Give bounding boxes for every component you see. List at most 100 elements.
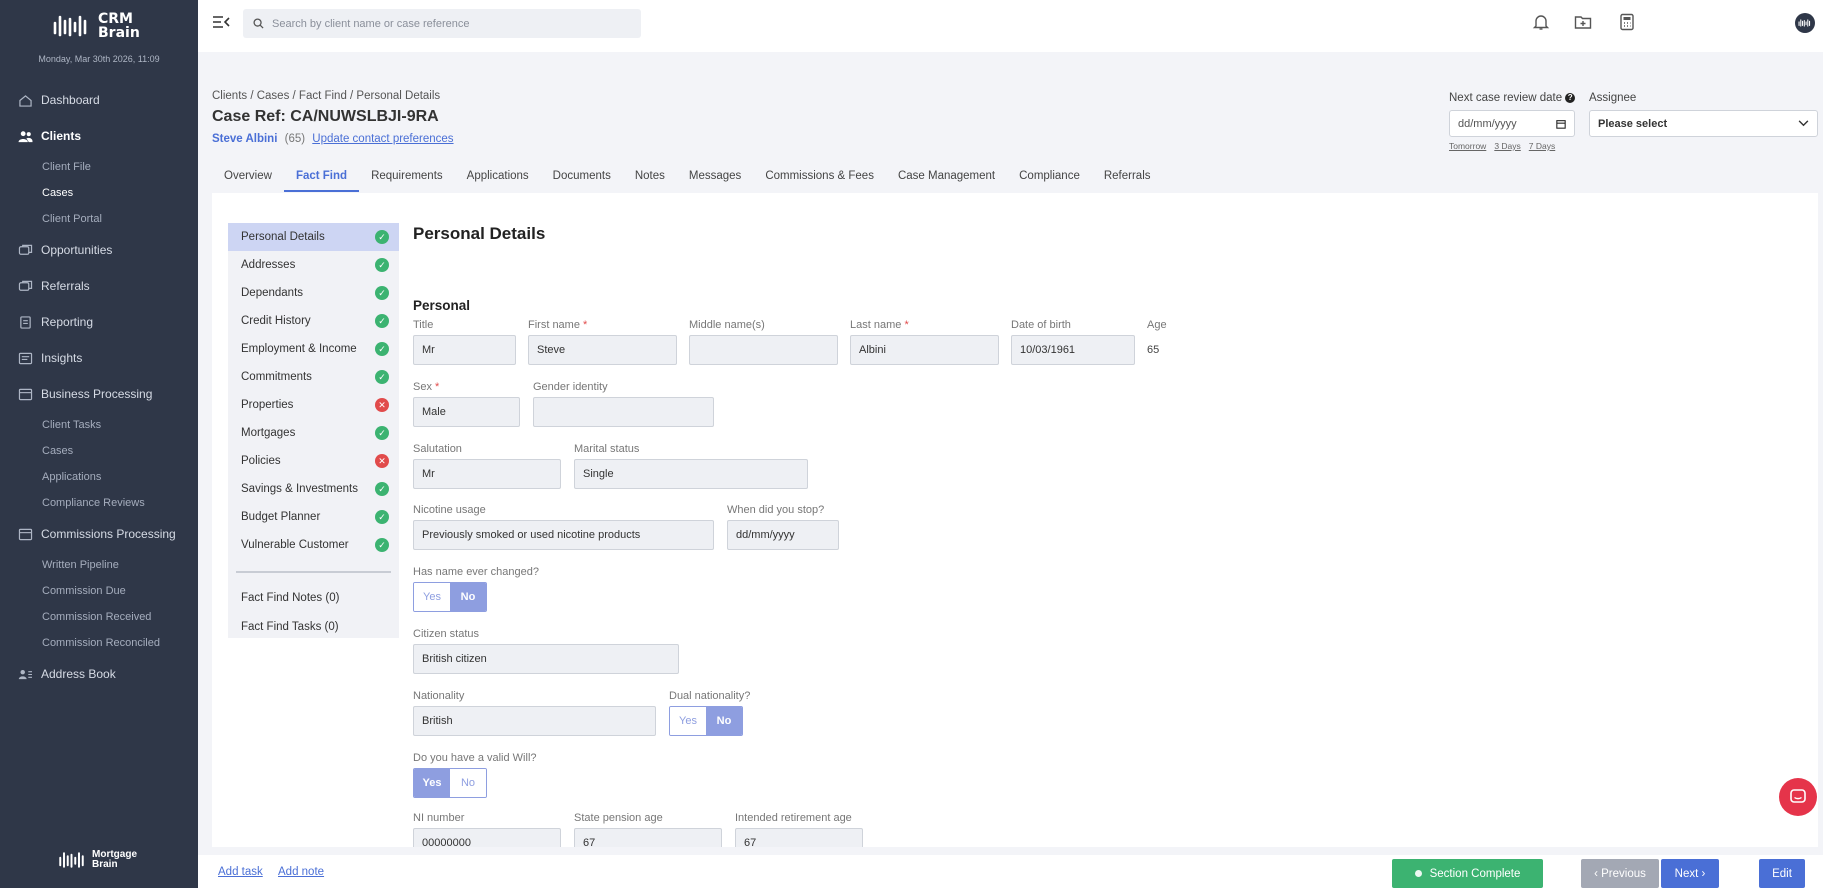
tab-fact-find[interactable]: Fact Find [283,168,360,192]
sidebar-item-opportunities[interactable]: Opportunities [0,232,198,268]
ff-item-dependants[interactable]: Dependants ✓ [228,279,399,307]
tab-messages[interactable]: Messages [677,168,753,192]
salutation-input[interactable]: Mr [413,459,561,489]
sidebar-sub-commission-due[interactable]: Commission Due [0,578,198,604]
sidebar-sub-client-file[interactable]: Client File [0,154,198,180]
ff-item-mortgages[interactable]: Mortgages ✓ [228,419,399,447]
help-icon[interactable]: ? [1565,92,1576,103]
tab-commissions-fees[interactable]: Commissions & Fees [753,168,886,192]
dual-nationality-no[interactable]: No [706,707,742,735]
sidebar-sub-applications[interactable]: Applications [0,464,198,490]
ff-item-properties[interactable]: Properties ✕ [228,391,399,419]
retirement-age-field: Intended retirement age 67 [735,812,863,847]
nationality-input[interactable]: British [413,706,656,736]
ni-number-input[interactable]: 00000000 [413,828,561,847]
update-contact-preferences-link[interactable]: Update contact preferences [312,133,453,145]
dob-input[interactable]: 10/03/1961 [1011,335,1135,365]
tab-notes[interactable]: Notes [623,168,677,192]
sidebar-item-business-processing[interactable]: Business Processing [0,376,198,412]
first-name-input[interactable]: Steve [528,335,677,365]
mortgage-brain-logo: Mortgage Brain [58,850,137,870]
edit-button[interactable]: Edit [1759,859,1805,888]
nicotine-usage-field: Nicotine usage Previously smoked or used… [413,504,714,550]
quick-date-7-days[interactable]: 7 Days [1529,141,1555,151]
add-note-link[interactable]: Add note [278,866,324,878]
fact-find-tasks-link[interactable]: Fact Find Tasks (0) [228,612,399,641]
tab-applications[interactable]: Applications [455,168,541,192]
middle-name-input[interactable] [689,335,838,365]
last-name-input[interactable]: Albini [850,335,999,365]
quick-date-3-days[interactable]: 3 Days [1494,141,1520,151]
tab-compliance[interactable]: Compliance [1007,168,1092,192]
valid-will-no[interactable]: No [450,769,486,797]
crm-brain-logo[interactable]: CRM Brain [52,10,152,42]
ff-item-commitments[interactable]: Commitments ✓ [228,363,399,391]
check-icon: ✓ [375,370,389,384]
ff-item-addresses[interactable]: Addresses ✓ [228,251,399,279]
sidebar-item-dashboard[interactable]: Dashboard [0,82,198,118]
tab-overview[interactable]: Overview [212,168,284,192]
sidebar-sub-cases-bp[interactable]: Cases [0,438,198,464]
ff-item-vulnerable-customer[interactable]: Vulnerable Customer ✓ [228,531,399,559]
tab-referrals[interactable]: Referrals [1092,168,1163,192]
gender-identity-input[interactable] [533,397,714,427]
state-pension-age-input[interactable]: 67 [574,828,722,847]
retirement-age-input[interactable]: 67 [735,828,863,847]
sidebar-item-address-book[interactable]: Address Book [0,656,198,692]
next-button[interactable]: Next › [1661,859,1719,888]
ff-item-savings-investments[interactable]: Savings & Investments ✓ [228,475,399,503]
collapse-menu-icon[interactable] [212,15,230,29]
sidebar-sub-compliance-reviews[interactable]: Compliance Reviews [0,490,198,516]
sidebar-sub-commission-received[interactable]: Commission Received [0,604,198,630]
name-changed-yes[interactable]: Yes [414,583,450,611]
case-header: Clients / Cases / Fact Find / Personal D… [212,90,454,145]
marital-status-input[interactable]: Single [574,459,808,489]
add-task-link[interactable]: Add task [218,866,263,878]
tab-requirements[interactable]: Requirements [359,168,455,192]
calculator-icon[interactable] [1618,13,1636,31]
nicotine-usage-input[interactable]: Previously smoked or used nicotine produ… [413,520,714,550]
sidebar-sub-written-pipeline[interactable]: Written Pipeline [0,552,198,578]
briefcase-icon [18,388,33,400]
ff-item-credit-history[interactable]: Credit History ✓ [228,307,399,335]
ff-item-employment-income[interactable]: Employment & Income ✓ [228,335,399,363]
calendar-icon[interactable] [1556,119,1566,129]
client-name-link[interactable]: Steve Albini [212,133,277,145]
sidebar-sub-client-tasks[interactable]: Client Tasks [0,412,198,438]
user-avatar[interactable] [1795,13,1815,33]
breadcrumb[interactable]: Clients / Cases / Fact Find / Personal D… [212,90,454,102]
sidebar-item-reporting[interactable]: Reporting [0,304,198,340]
sidebar-sub-cases[interactable]: Cases [0,180,198,206]
client-line: Steve Albini (65) Update contact prefere… [212,133,454,145]
assignee-label: Assignee [1589,92,1637,104]
sidebar-sub-commission-reconciled[interactable]: Commission Reconciled [0,630,198,656]
sidebar-item-insights[interactable]: Insights [0,340,198,376]
dual-nationality-yes[interactable]: Yes [670,707,706,735]
review-date-input[interactable]: dd/mm/yyyy [1449,110,1575,137]
tab-documents[interactable]: Documents [541,168,623,192]
sidebar-item-clients[interactable]: Clients [0,118,198,154]
citizen-status-input[interactable]: British citizen [413,644,679,674]
sex-input[interactable]: Male [413,397,520,427]
tab-case-management[interactable]: Case Management [886,168,1007,192]
valid-will-yes[interactable]: Yes [414,769,450,797]
ff-item-budget-planner[interactable]: Budget Planner ✓ [228,503,399,531]
new-folder-icon[interactable] [1574,13,1592,31]
fact-find-notes-link[interactable]: Fact Find Notes (0) [228,583,399,612]
quick-date-tomorrow[interactable]: Tomorrow [1449,141,1486,151]
assignee-select[interactable]: Please select [1589,110,1818,137]
search-input[interactable] [272,17,612,30]
sidebar-sub-client-portal[interactable]: Client Portal [0,206,198,232]
ff-item-policies[interactable]: Policies ✕ [228,447,399,475]
sidebar-item-commissions-processing[interactable]: Commissions Processing [0,516,198,552]
sidebar-item-referrals[interactable]: Referrals [0,268,198,304]
section-complete-button[interactable]: Section Complete [1392,859,1543,888]
notification-bell-icon[interactable] [1532,13,1550,31]
users-icon [18,130,33,142]
title-input[interactable]: Mr [413,335,516,365]
ff-item-personal-details[interactable]: Personal Details ✓ [228,223,399,251]
chat-launcher[interactable] [1779,778,1817,816]
name-changed-no[interactable]: No [450,583,486,611]
previous-button[interactable]: ‹ Previous [1581,859,1659,888]
when-stopped-input[interactable]: dd/mm/yyyy [727,520,839,550]
